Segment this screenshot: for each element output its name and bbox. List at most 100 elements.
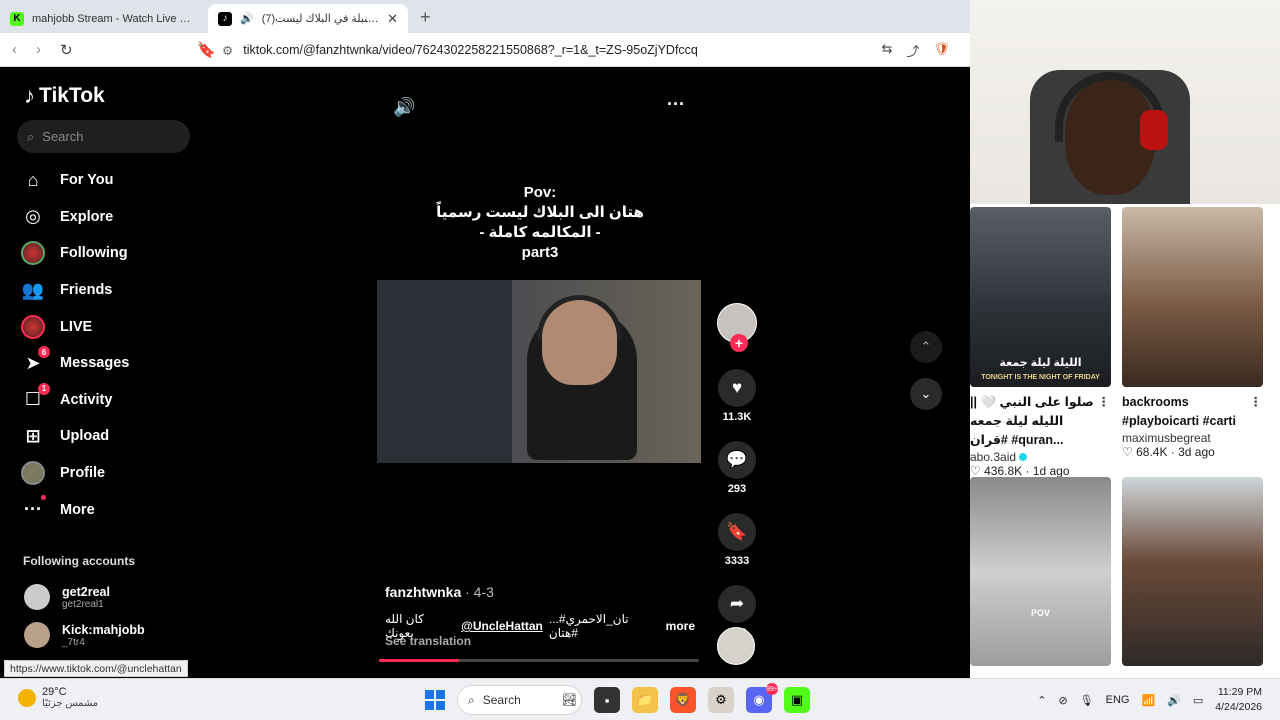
more-options-icon[interactable]: ··· [667, 94, 685, 115]
live-icon [20, 314, 46, 340]
next-video-button[interactable]: ⌄ [910, 378, 942, 410]
windows-start-icon[interactable] [425, 690, 445, 710]
clock[interactable]: 11:29 PM 4/24/2026 [1215, 685, 1262, 715]
forward-icon[interactable]: › [36, 41, 41, 58]
nav-following[interactable]: Following [20, 235, 200, 272]
video-card[interactable]: backrooms #playboicarti #carti ⋮ maximusb… [1122, 207, 1264, 459]
address-actions: ⇆ ⤴ 🛡 [882, 41, 950, 60]
following-account-mahjobb[interactable]: Kick:mahjobb _7tr4 [24, 622, 145, 648]
video-thumbnail[interactable] [1122, 477, 1263, 666]
video-thumbnail[interactable]: الليلة ليلة جمعة TONIGHT IS THE NIGHT OF… [970, 207, 1111, 387]
video-progress-bar[interactable] [379, 659, 699, 662]
sound-avatar[interactable] [717, 627, 755, 665]
search-placeholder: Search [42, 129, 84, 144]
taskbar-search[interactable]: ⌕ Search 🏞 [457, 685, 582, 715]
reload-icon[interactable]: ↻ [60, 41, 73, 59]
camera-icon[interactable]: ⊘ [1058, 694, 1067, 707]
battery-icon[interactable]: ▭ [1193, 694, 1203, 707]
nav-messages[interactable]: ➤ 6 Messages [20, 345, 200, 382]
new-tab-button[interactable]: + [420, 7, 431, 28]
see-translation-button[interactable]: See translation [385, 634, 471, 648]
back-icon[interactable]: ‹ [12, 41, 17, 58]
friends-icon: 👥 [21, 279, 45, 300]
site-info-icon[interactable]: ⚙ [222, 43, 233, 58]
kebab-icon[interactable]: ⋮ [1098, 393, 1111, 412]
comment-button[interactable]: 💬 293 [715, 441, 759, 495]
language-indicator[interactable]: ENG [1106, 694, 1130, 706]
video-card[interactable]: POV [970, 477, 1112, 666]
url-field[interactable]: ⚙ tiktok.com/@fanzhtwnka/video/762430225… [222, 38, 952, 62]
previous-video-button[interactable]: ⌃ [910, 331, 942, 363]
save-button[interactable]: 🔖 3333 [715, 513, 759, 567]
discord-icon[interactable]: ◉ 99+ [746, 683, 778, 713]
more-button[interactable]: more [666, 619, 695, 633]
video-card[interactable]: الليلة ليلة جمعة TONIGHT IS THE NIGHT OF… [970, 207, 1112, 478]
logo-text: TikTok [39, 84, 105, 107]
nav-live[interactable]: LIVE [20, 308, 200, 345]
nav-profile[interactable]: Profile [20, 455, 200, 492]
search-input[interactable]: ⌕ Search [17, 120, 190, 153]
video-grid: الليلة ليلة جمعة TONIGHT IS THE NIGHT OF… [970, 204, 1280, 678]
caption-line: Pov: [523, 184, 557, 201]
share-icon[interactable]: ⤴ [906, 41, 919, 60]
chevron-up-icon[interactable]: ⌃ [1037, 694, 1046, 707]
brave-browser-icon[interactable]: 🦁 [670, 687, 696, 713]
tab-tiktok-video[interactable]: ♪ 🔊 (7)هتان القنبلة في البلاك ليست... ✕ [208, 4, 408, 33]
windows-taskbar: 29°C مشمس جزئيًا ⌕ Search 🏞 ▪ 📁 🦁 ⚙ ◉ 99+… [0, 678, 1280, 720]
like-count: 11.3K [722, 411, 752, 423]
title-text: صلوا على النبي 🤍 || الليله ليلة جمعه #قر… [970, 395, 1094, 447]
bookmark-icon[interactable]: 🔖 [197, 41, 216, 59]
file-explorer-icon[interactable]: 📁 [632, 687, 658, 713]
nav-upload[interactable]: ⊞ Upload [20, 418, 200, 455]
following-accounts-title: Following accounts [23, 554, 136, 568]
follow-plus-icon[interactable]: + [730, 334, 748, 352]
volume-icon[interactable]: 🔊 [393, 97, 415, 118]
video-card-creator[interactable]: abo.3aid [970, 450, 1112, 464]
video-thumbnail[interactable] [1122, 207, 1263, 387]
video-thumbnail[interactable]: POV [970, 477, 1111, 666]
home-icon: ⌂ [27, 169, 39, 190]
nav-activity[interactable]: ☐ 1 Activity [20, 382, 200, 419]
verified-icon [1019, 453, 1028, 461]
wifi-icon[interactable]: 📶 [1141, 694, 1155, 707]
video-card-creator[interactable]: maximusbegreat [1122, 431, 1264, 445]
app-icon[interactable]: ⚙ [708, 687, 734, 713]
tiktok-logo[interactable]: ♪ TikTok [24, 83, 105, 109]
video-frame[interactable] [377, 280, 701, 463]
tab-kick-stream[interactable]: K mahjobb Stream - Watch Live on Kick [0, 4, 205, 33]
chevron-up-icon: ⌃ [920, 339, 932, 354]
video-player[interactable]: 🔊 ··· Pov: هتان الى البلاك ليست رسمياً -… [377, 82, 703, 662]
translate-icon[interactable]: ⇆ [882, 41, 893, 60]
creator-name: abo.3aid [970, 450, 1017, 464]
nav-friends[interactable]: 👥 Friends [20, 272, 200, 309]
video-caption: Pov: هتان الى البلاك ليست رسمياً - المكا… [377, 183, 703, 263]
caption-line: - المكالمه كاملة - [479, 224, 601, 241]
comment-icon: 💬 [718, 441, 756, 479]
close-tab-icon[interactable]: ✕ [387, 11, 398, 27]
like-button[interactable]: ♥ 11.3K [715, 369, 759, 423]
brave-shield-icon[interactable]: 🛡 [933, 41, 950, 60]
more-icon: ··· [20, 494, 46, 523]
video-author[interactable]: fanzhtwnka · 4-3 [385, 584, 494, 600]
thumbnail-overlay-text: POV [1030, 608, 1050, 618]
speaker-icon: 🔊 [240, 13, 254, 25]
terminal-icon[interactable]: ▪ [594, 687, 620, 713]
mention-link[interactable]: @UncleHattan [461, 619, 543, 633]
volume-icon[interactable]: 🔊 [1167, 694, 1181, 707]
creator-avatar[interactable]: + [717, 303, 757, 352]
video-card[interactable] [1122, 477, 1264, 666]
heart-icon: ♥ [718, 369, 756, 407]
nav-more[interactable]: ··· More [20, 491, 200, 528]
weather-condition: مشمس جزئيًا [42, 698, 99, 709]
kick-app-icon[interactable]: ▣ [784, 687, 810, 713]
nav-explore[interactable]: ◎ Explore [20, 199, 200, 236]
clock-date: 4/24/2026 [1215, 701, 1262, 713]
kebab-icon[interactable]: ⋮ [1250, 393, 1263, 412]
video-card-title: صلوا على النبي 🤍 || الليله ليلة جمعه #قر… [970, 393, 1112, 450]
save-count: 3333 [724, 555, 750, 567]
nav-label: Explore [60, 208, 114, 225]
following-account-get2real[interactable]: get2real get2real1 [24, 584, 110, 610]
weather-widget[interactable]: 29°C مشمس جزئيًا [18, 686, 98, 709]
microphone-icon[interactable]: 🎙 [1080, 694, 1094, 707]
nav-for-you[interactable]: ⌂ For You [20, 162, 200, 199]
